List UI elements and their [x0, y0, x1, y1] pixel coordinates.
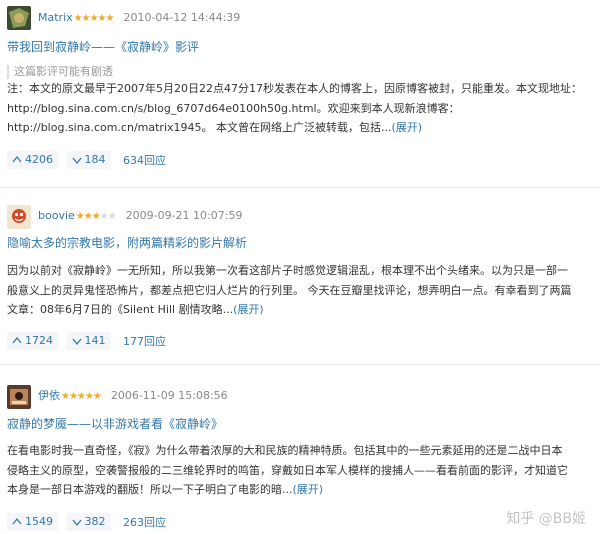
rating-stars: ★★★★★	[75, 211, 117, 222]
rating-stars: ★★★★★	[73, 13, 115, 24]
author-link[interactable]: 伊依	[38, 389, 60, 402]
thumb-up-arrow-icon	[12, 336, 22, 344]
thumb-down-arrow-icon	[71, 157, 82, 165]
thumb-up-arrow-icon	[12, 155, 22, 163]
replies-link[interactable]: 634回应	[123, 152, 166, 168]
excerpt-line: http://blog.sina.com.cn/matrix1945。 本文曾在…	[7, 121, 423, 134]
avatar[interactable]	[7, 205, 31, 229]
expand-link[interactable]: (展开)	[233, 303, 264, 316]
expand-link[interactable]: (展开)	[392, 121, 423, 134]
review-title[interactable]: 带我回到寂静岭——《寂静岭》影评	[7, 39, 199, 55]
review-time: 2006-11-09 15:08:56	[110, 389, 228, 402]
excerpt-line: 在看电影时我一直奇怪，《寂》为什么带着浓厚的大和民族的精神特质。包括其中的一些元…	[7, 444, 563, 457]
review-meta: Matrix★★★★★ 2010-04-12 14:44:39	[38, 11, 240, 26]
avatar[interactable]	[7, 6, 31, 30]
review-card: Matrix★★★★★ 2010-04-12 14:44:39 带我回到寂静岭——…	[0, 0, 600, 182]
review-card: boovie★★★★★ 2009-09-21 10:07:59 隐喻太多的宗教电影…	[0, 188, 600, 358]
author-link[interactable]: boovie	[38, 209, 75, 222]
upvote-count: 1549	[25, 515, 53, 528]
excerpt-line: 因为以前对《寂静岭》一无所知，所以我第一次看这部片子时感觉逻辑混乱，根本理不出个…	[7, 264, 568, 277]
review-excerpt: 注：本文的原文最早于2007年5月20日22点47分17秒发表在本人的博客上，因…	[7, 79, 593, 138]
review-time: 2010-04-12 14:44:39	[123, 11, 241, 24]
excerpt-line: 注：本文的原文最早于2007年5月20日22点47分17秒发表在本人的博客上，因…	[7, 82, 582, 95]
excerpt-line: 文章：08年6月7日的《Silent Hill 剧情攻略...(展开)	[7, 303, 264, 316]
review-excerpt: 在看电影时我一直奇怪，《寂》为什么带着浓厚的大和民族的精神特质。包括其中的一些元…	[7, 441, 593, 500]
downvote-button[interactable]: 141	[66, 332, 111, 350]
downvote-button[interactable]: 184	[66, 151, 111, 169]
thumb-up-arrow-icon	[12, 517, 22, 525]
thumb-down-arrow-icon	[71, 519, 82, 527]
review-title[interactable]: 寂静的梦魇——以非游戏者看《寂静岭》	[7, 416, 223, 432]
watermark: 知乎 @BB姬	[506, 511, 586, 527]
author-link[interactable]: Matrix	[38, 11, 73, 24]
upvote-button[interactable]: 1724	[7, 332, 58, 350]
excerpt-line: 本身是一部日本游戏的翻版！所以一下子明白了电影的暗...(展开)	[7, 483, 324, 496]
upvote-count: 1724	[25, 334, 53, 347]
review-excerpt: 因为以前对《寂静岭》一无所知，所以我第一次看这部片子时感觉逻辑混乱，根本理不出个…	[7, 261, 593, 320]
thumb-down-arrow-icon	[71, 338, 82, 346]
review-meta: boovie★★★★★ 2009-09-21 10:07:59	[38, 209, 242, 224]
review-actions: 1549 382 263回应	[7, 513, 166, 533]
rating-stars: ★★★★★	[61, 391, 102, 402]
upvote-button[interactable]: 1549	[7, 513, 58, 531]
review-actions: 4206 184 634回应	[7, 151, 166, 171]
downvote-count: 382	[84, 515, 106, 528]
review-title[interactable]: 隐喻太多的宗教电影，附两篇精彩的影片解析	[7, 235, 247, 251]
excerpt-line: http://blog.sina.com.cn/s/blog_6707d64e0…	[7, 101, 460, 115]
excerpt-line: 般意义上的灵异鬼怪恐怖片，都差点把它归人烂片的行列里。 今天在豆瓣里找评论，想弄…	[7, 283, 572, 297]
replies-link[interactable]: 177回应	[123, 333, 166, 349]
upvote-count: 4206	[25, 153, 53, 166]
downvote-button[interactable]: 382	[66, 513, 111, 531]
downvote-count: 184	[84, 153, 106, 166]
replies-link[interactable]: 263回应	[123, 514, 166, 530]
expand-link[interactable]: (展开)	[293, 483, 324, 496]
review-time: 2009-09-21 10:07:59	[125, 209, 243, 222]
excerpt-line: 侵略主义的原型，空袭警报般的二三维轮界时的鸣笛，穿戴如日本军人模样的搜捕人——看…	[7, 463, 568, 477]
spoiler-notice: 这篇影评可能有剧透	[7, 65, 113, 79]
review-actions: 1724 141 177回应	[7, 332, 166, 352]
downvote-count: 141	[84, 334, 106, 347]
upvote-button[interactable]: 4206	[7, 151, 58, 169]
review-meta: 伊依★★★★★ 2006-11-09 15:08:56	[38, 389, 228, 404]
avatar[interactable]	[7, 385, 31, 409]
